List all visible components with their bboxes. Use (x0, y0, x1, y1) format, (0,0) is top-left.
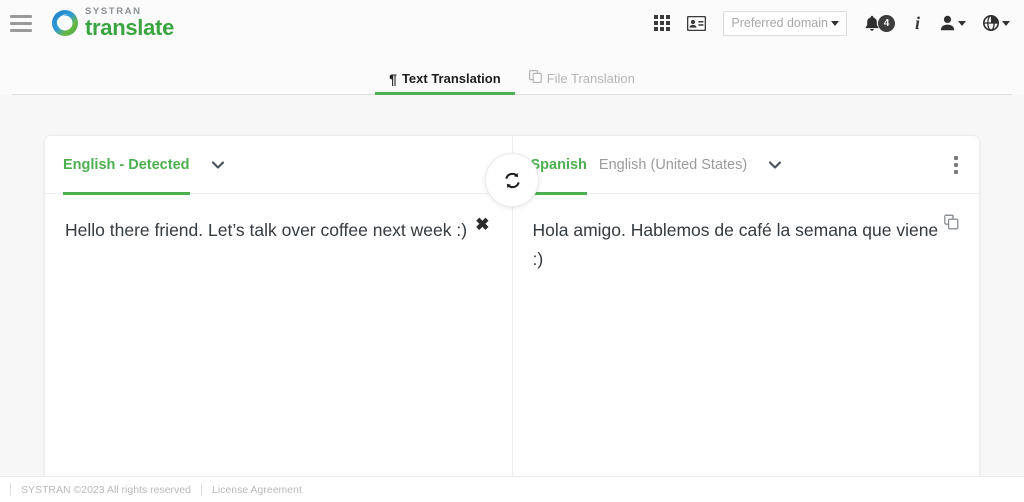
brand-logo[interactable]: SYSTRAN translate (50, 7, 174, 40)
target-language-alternate[interactable]: English (United States) (599, 136, 747, 194)
license-agreement-link[interactable]: License Agreement (212, 484, 302, 496)
caret-down-icon (830, 20, 839, 26)
footer-copyright: SYSTRAN ©2023 All rights reserved (21, 483, 191, 496)
target-panel-header: Spanish English (United States) (512, 136, 979, 195)
close-icon[interactable]: ✖ (475, 216, 489, 233)
apps-grid-icon[interactable] (654, 15, 671, 31)
tab-file-translation[interactable]: File Translation (515, 70, 649, 95)
caret-down-icon (958, 20, 966, 26)
source-panel: English - Detected Hello there friend. L… (45, 136, 513, 476)
source-panel-header: English - Detected (45, 136, 512, 195)
chevron-down-icon[interactable] (210, 157, 226, 173)
target-language-primary-label: Spanish (530, 156, 587, 173)
file-copy-icon (528, 70, 542, 86)
swap-languages-button[interactable] (485, 153, 539, 207)
page-footer: SYSTRAN ©2023 All rights reserved Licens… (0, 476, 1024, 502)
preferred-domain-value: Preferred domain (731, 16, 828, 30)
preferred-domain-select[interactable]: Preferred domain (723, 10, 847, 36)
translation-card: English - Detected Hello there friend. L… (44, 135, 980, 476)
brand-title: translate (85, 15, 175, 41)
source-text: Hello there friend. Let’s talk over coff… (65, 220, 468, 240)
globe-icon (983, 15, 999, 31)
hamburger-menu-icon[interactable] (8, 12, 34, 34)
notifications-button[interactable]: 4 (864, 14, 895, 32)
target-text-area[interactable]: Hola amigo. Hablemos de café la semana q… (513, 194, 980, 476)
translation-mode-tabs: ¶ Text Translation File Translation (0, 46, 1024, 95)
language-menu[interactable] (983, 15, 1010, 31)
chevron-down-icon[interactable] (767, 157, 783, 173)
id-card-icon[interactable] (687, 15, 707, 31)
user-icon (940, 15, 955, 31)
source-text-area[interactable]: Hello there friend. Let’s talk over coff… (45, 194, 512, 476)
caret-down-icon (1002, 20, 1010, 26)
kebab-menu-icon[interactable] (951, 152, 961, 178)
systran-swirl-icon (50, 8, 80, 38)
tab-text-translation[interactable]: ¶ Text Translation (375, 71, 515, 95)
tab-file-translation-label: File Translation (546, 70, 635, 86)
swap-languages-icon (504, 172, 520, 188)
copy-icon[interactable] (943, 214, 961, 237)
pilcrow-icon: ¶ (389, 70, 397, 87)
hamburger-bar (10, 14, 32, 18)
tab-text-translation-label: Text Translation (401, 71, 501, 86)
app-header: SYSTRAN translate Preferred domain 4 i (0, 0, 1024, 46)
notification-badge: 4 (877, 14, 895, 32)
target-language-secondary-label: English (United States) (598, 156, 748, 173)
header-actions: Preferred domain 4 i (654, 10, 1010, 36)
source-language-selector[interactable]: English - Detected (63, 136, 190, 195)
target-text: Hola amigo. Hablemos de café la semana q… (532, 220, 939, 269)
target-panel: Spanish English (United States) Hola ami… (512, 136, 980, 476)
footer-divider (200, 483, 202, 496)
hamburger-bar (10, 28, 32, 32)
user-account-menu[interactable] (940, 15, 966, 31)
source-language-label: English - Detected (63, 156, 190, 173)
footer-divider (10, 483, 11, 496)
target-language-selector[interactable]: Spanish (530, 136, 588, 195)
hamburger-bar (10, 21, 32, 25)
info-icon[interactable]: i (912, 14, 923, 32)
